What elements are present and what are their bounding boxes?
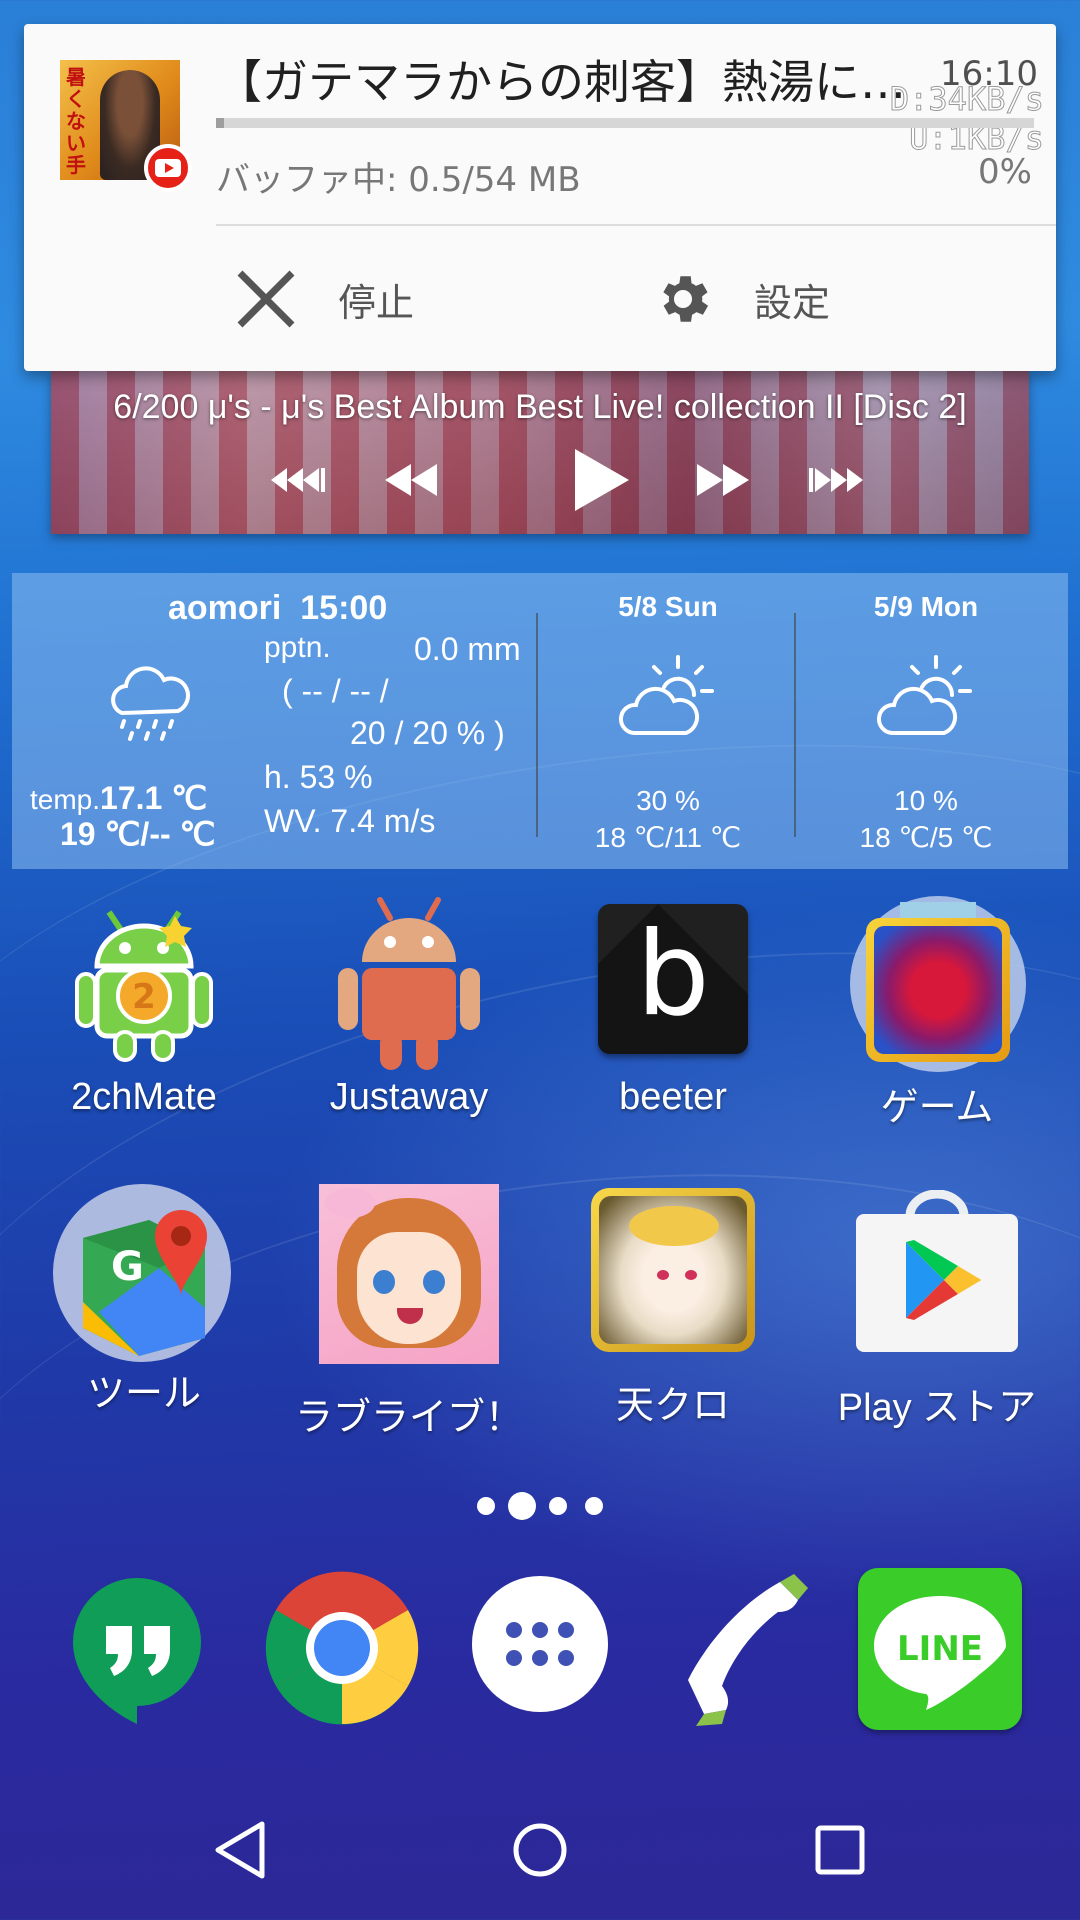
temperature-range: 19 ℃/-- ℃ (60, 816, 216, 852)
2chmate-icon: 2 (69, 904, 219, 1062)
humidity: h. 53 % (264, 759, 373, 795)
back-icon (215, 1821, 265, 1879)
weather-divider (536, 613, 538, 837)
back-button[interactable] (190, 1810, 290, 1890)
notification-title: 【ガテマラからの刺客】熱湯に… (216, 55, 906, 109)
notification-divider (216, 224, 1056, 226)
recents-button[interactable] (790, 1810, 890, 1890)
page-indicator-dot[interactable] (477, 1497, 495, 1515)
fast-forward-icon[interactable] (683, 450, 763, 510)
skip-forward-icon[interactable] (793, 450, 873, 510)
play-icon[interactable] (551, 449, 651, 511)
app-justaway[interactable]: Justaway (294, 897, 524, 1119)
forecast-date-2: 5/9 Mon (873, 591, 979, 622)
app-label: Play ストア (837, 1387, 1037, 1429)
hangouts-icon[interactable] (62, 1568, 222, 1728)
app-label: beeter (619, 1076, 727, 1118)
app-label: 天クロ (615, 1385, 730, 1427)
home-icon (513, 1823, 567, 1877)
thumbnail-text: 暑くない手 (66, 65, 86, 177)
play-store-icon (854, 1189, 1020, 1354)
gear-icon (663, 276, 709, 322)
forecast-chance-1: 30 % (636, 785, 700, 816)
chrome-icon[interactable] (262, 1568, 422, 1728)
stop-button[interactable]: 停止 (234, 259, 414, 339)
maps-icon: G (53, 1184, 231, 1362)
svg-text:LINE: LINE (897, 1629, 983, 1669)
app-folder-games[interactable]: ゲーム (822, 896, 1052, 1131)
forecast-temps-1: 18 ℃/11 ℃ (594, 822, 742, 853)
tenkuro-icon (591, 1188, 755, 1352)
precipitation-percent: 20 / 20 % ) (350, 715, 505, 751)
line-icon[interactable]: LINE (858, 1568, 1022, 1730)
app-drawer-icon[interactable] (472, 1576, 608, 1712)
app-play-store[interactable]: Play ストア (822, 1189, 1052, 1431)
app-2chmate[interactable]: 2 2chMate (29, 904, 259, 1119)
app-label: ゲーム (880, 1087, 994, 1129)
svg-text:2: 2 (132, 977, 156, 1017)
page-indicator-dot-active[interactable] (508, 1492, 536, 1520)
app-lovelive[interactable]: ラブライブ！ (294, 1184, 524, 1441)
app-beeter[interactable]: b beeter (558, 904, 788, 1119)
rain-cloud-icon (111, 666, 190, 741)
settings-button[interactable]: 設定 (652, 259, 830, 339)
precipitation-label: pptn. (264, 631, 331, 664)
phone-icon[interactable] (670, 1568, 830, 1728)
home-button[interactable] (490, 1810, 590, 1890)
download-speed: D:34KB/s (889, 80, 1044, 119)
stop-label: 停止 (338, 280, 415, 325)
page-indicator-dot[interactable] (549, 1497, 567, 1515)
temperature: temp.17.1 ℃ (30, 780, 208, 816)
download-notification[interactable]: 暑くない手 【ガテマラからの刺客】熱湯に… 16:10 D:34KB/s U:1… (24, 24, 1056, 371)
app-tenkuro[interactable]: 天クロ (558, 1188, 788, 1429)
android-icon (334, 897, 484, 1070)
weather-widget[interactable]: aomori 15:00 temp.17.1 ℃ 19 ℃/-- ℃ pptn.… (12, 573, 1068, 869)
music-track-info: 6/200 μ's - μ's Best Album Best Live! co… (113, 388, 967, 426)
download-percent: 0% (978, 152, 1032, 192)
partly-cloudy-icon (876, 655, 972, 735)
folder-icon (850, 896, 1026, 1072)
settings-label: 設定 (754, 280, 831, 325)
skip-back-icon[interactable] (261, 450, 341, 510)
precipitation-value: 0.0 mm (414, 631, 521, 667)
partly-cloudy-icon (618, 655, 714, 735)
page-indicator-dot[interactable] (585, 1497, 603, 1515)
app-folder-tools[interactable]: G ツール (29, 1184, 259, 1417)
beeter-icon: b (598, 904, 748, 1054)
download-progress-bar (216, 118, 1034, 128)
buffer-status: バッファ中: 0.5/54 MB (216, 160, 581, 200)
app-label: 2chMate (71, 1076, 217, 1118)
svg-text:G: G (111, 1244, 144, 1290)
forecast-date-1: 5/8 Sun (618, 591, 718, 622)
precipitation-paren: ( -- / -- / (282, 673, 389, 709)
recents-icon (815, 1825, 865, 1875)
wind-speed: WV. 7.4 m/s (264, 803, 436, 839)
forecast-temps-2: 18 ℃/5 ℃ (859, 822, 993, 853)
close-icon (237, 270, 295, 328)
download-progress-fill (216, 118, 225, 128)
forecast-chance-2: 10 % (894, 785, 958, 816)
app-label: ラブライブ！ (294, 1397, 523, 1439)
app-label: Justaway (329, 1076, 489, 1118)
lovelive-icon (319, 1184, 499, 1364)
rewind-icon[interactable] (371, 450, 451, 510)
app-label: ツール (86, 1373, 201, 1415)
weather-location: aomori 15:00 (168, 589, 388, 627)
music-widget[interactable]: 6/200 μ's - μ's Best Album Best Live! co… (51, 370, 1029, 534)
youtube-icon (144, 144, 192, 192)
